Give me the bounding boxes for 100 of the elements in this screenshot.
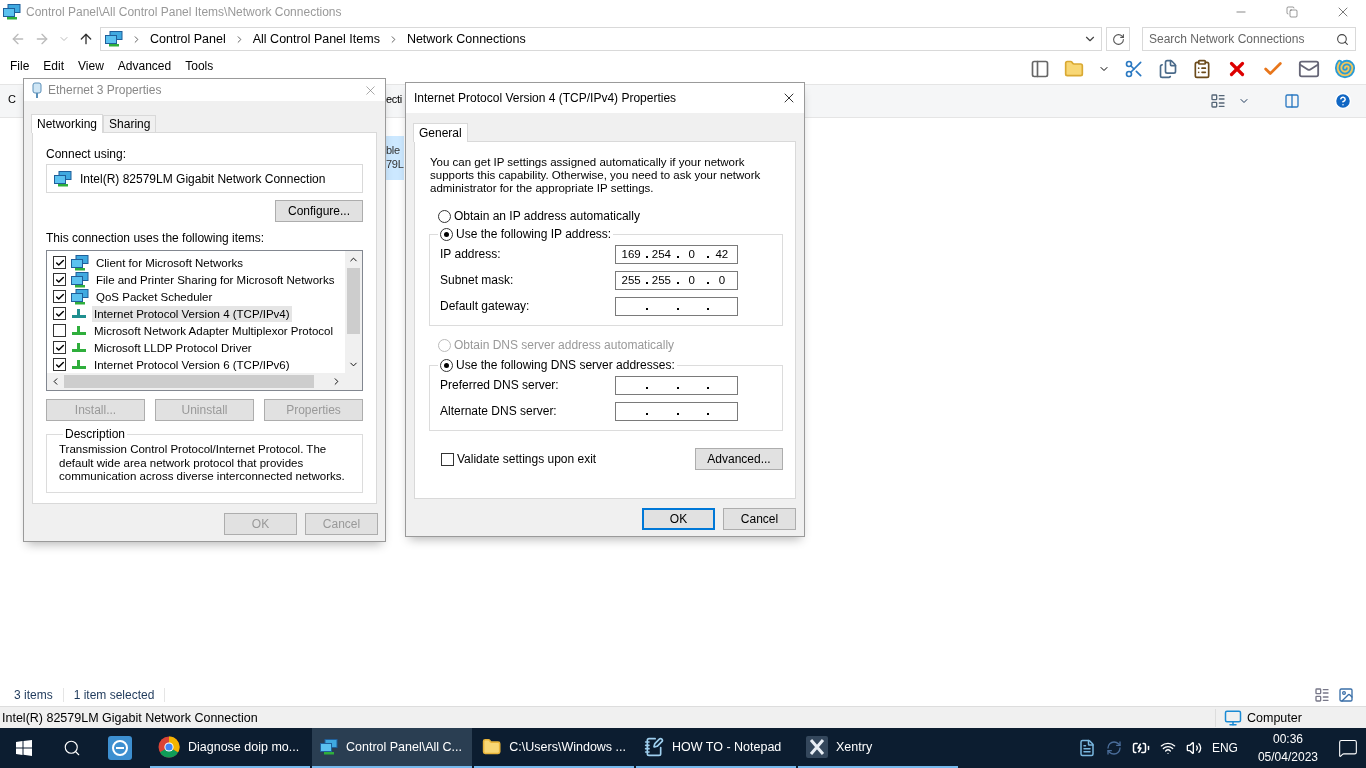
tab[interactable]: Sharing xyxy=(103,115,157,132)
vertical-scrollbar[interactable] xyxy=(345,251,362,373)
menu-item[interactable]: Tools xyxy=(185,59,214,73)
ip-address-field[interactable]: 169 254 0 42 xyxy=(615,244,738,264)
taskbar-app[interactable]: Xentry xyxy=(798,728,958,768)
protocol-icon xyxy=(71,342,87,353)
search-icon[interactable] xyxy=(63,739,81,757)
document-icon[interactable] xyxy=(1077,739,1096,757)
list-item[interactable]: Internet Protocol Version 4 (TCP/IPv4) xyxy=(92,305,292,322)
network-service-icon xyxy=(71,271,89,288)
group-label: Description xyxy=(64,427,127,441)
configure-button[interactable]: Configure... xyxy=(275,200,363,222)
taskbar-app[interactable]: C:\Users\Windows ... xyxy=(474,728,634,768)
ip-address-field[interactable] xyxy=(615,375,738,395)
tab[interactable]: Networking xyxy=(31,114,104,133)
chrome-icon xyxy=(158,736,180,758)
protocol-icon xyxy=(71,359,87,370)
refresh-icon[interactable] xyxy=(1111,32,1125,46)
volume-icon[interactable] xyxy=(1185,740,1202,756)
copy-icon[interactable] xyxy=(1158,59,1178,79)
search-icon xyxy=(1336,32,1349,46)
menu-item[interactable]: View xyxy=(78,59,104,73)
protocol-icon xyxy=(71,308,87,319)
address-bar[interactable]: Control Panel All Control Panel Items Network Connections xyxy=(100,27,1102,51)
x-logo-icon xyxy=(806,736,828,758)
item-label: ble xyxy=(386,144,401,156)
list-item[interactable]: Microsoft LLDP Protocol Driver xyxy=(92,339,254,356)
radio-option[interactable]: Use the following IP address: xyxy=(440,227,612,241)
radio-option[interactable]: Use the following DNS server addresses: xyxy=(440,358,675,372)
list-item[interactable]: Internet Protocol Version 6 (TCP/IPv6) xyxy=(92,356,292,373)
help-icon[interactable] xyxy=(1334,92,1352,110)
location-text: Computer xyxy=(1247,710,1302,725)
dialog-button[interactable]: Cancel xyxy=(723,508,796,530)
folder-icon xyxy=(482,737,502,757)
advanced-button[interactable]: Advanced... xyxy=(695,448,783,470)
sync-icon[interactable] xyxy=(1105,740,1122,756)
checkbox[interactable] xyxy=(53,307,66,320)
field-label: Connect using: xyxy=(46,147,128,161)
paste-icon[interactable] xyxy=(1192,59,1212,79)
breadcrumb[interactable]: All Control Panel Items xyxy=(252,32,380,46)
network-folder-icon xyxy=(105,31,123,47)
details-view-icon[interactable] xyxy=(1314,687,1330,703)
checkbox-option[interactable]: Validate settings upon exit xyxy=(441,452,597,466)
shell-icon[interactable] xyxy=(1334,58,1356,80)
ip-address-field[interactable]: 255 255 0 0 xyxy=(615,270,738,290)
checkbox[interactable] xyxy=(53,256,66,269)
field-label: This connection uses the following items: xyxy=(46,231,266,245)
envelope-icon[interactable] xyxy=(1298,58,1320,80)
radio-option[interactable]: Obtain an IP address automatically xyxy=(438,209,783,223)
windows-logo-icon[interactable] xyxy=(16,740,32,756)
preview-pane-icon[interactable] xyxy=(1284,93,1300,109)
checkbox[interactable] xyxy=(53,273,66,286)
list-item[interactable]: QoS Packet Scheduler xyxy=(94,288,215,305)
cut-icon[interactable] xyxy=(1124,59,1144,79)
dialog-button[interactable]: OK xyxy=(642,508,715,530)
panel-icon[interactable] xyxy=(1030,59,1050,79)
computer-icon xyxy=(1224,708,1242,727)
checkbox[interactable] xyxy=(53,324,66,337)
large-icons-view-icon[interactable] xyxy=(1338,687,1354,703)
network-adapter-icon xyxy=(54,170,72,187)
language-indicator[interactable]: ENG xyxy=(1211,741,1238,755)
checkbox[interactable] xyxy=(53,290,66,303)
app-icon[interactable] xyxy=(108,736,132,760)
field-label: Subnet mask: xyxy=(440,273,514,287)
breadcrumb[interactable]: Control Panel xyxy=(150,32,226,46)
tab[interactable]: General xyxy=(413,123,468,142)
view-options-icon[interactable] xyxy=(1210,93,1226,109)
menu-item[interactable]: File xyxy=(10,59,30,73)
dialog-title: Internet Protocol Version 4 (TCP/IPv4) Properties xyxy=(414,91,678,105)
status-text: 1 item selected xyxy=(71,688,166,702)
taskbar-app[interactable]: Diagnose doip mo... xyxy=(150,728,310,768)
window-title: Control Panel\All Control Panel Items\Network Connections xyxy=(26,5,343,19)
network-monitor-icon xyxy=(320,739,338,755)
toolbar-text: C xyxy=(8,93,16,105)
description-text: Transmission Control Protocol/Internet Protocol. The default wide area network protocol that provides communication across diverse interconnected networks. xyxy=(59,443,346,484)
checkbox[interactable] xyxy=(53,358,66,371)
horizontal-scrollbar[interactable] xyxy=(47,373,345,390)
breadcrumb[interactable]: Network Connections xyxy=(406,32,526,46)
menu-item[interactable]: Advanced xyxy=(117,59,172,73)
dialog-title: Ethernet 3 Properties xyxy=(48,83,163,97)
search-field[interactable]: Search Network Connections xyxy=(1142,27,1356,51)
notepad-icon xyxy=(644,737,664,757)
notifications-icon[interactable] xyxy=(1338,738,1358,758)
intro-text: You can get IP settings assigned automatically if your network supports this capability. Otherwise, you need to ask your network administrator for the appropriate IP settings. xyxy=(430,156,762,195)
taskbar-app[interactable]: Control Panel\All C... xyxy=(312,728,472,768)
selected-item[interactable]: ble 79L xyxy=(386,136,404,180)
menu-item[interactable]: Edit xyxy=(43,59,65,73)
list-item[interactable]: File and Printer Sharing for Microsoft Networks xyxy=(94,271,337,288)
list-item[interactable]: Client for Microsoft Networks xyxy=(94,254,245,271)
clock[interactable]: 00:36 05/04/2023 xyxy=(1257,730,1318,766)
field-label: Preferred DNS server: xyxy=(440,378,559,392)
checkbox[interactable] xyxy=(53,341,66,354)
taskbar-app[interactable]: HOW TO - Notepad xyxy=(636,728,796,768)
wifi-icon[interactable] xyxy=(1159,740,1176,756)
list-item[interactable]: Microsoft Network Adapter Multiplexor Protocol xyxy=(92,322,336,339)
adapter-name: Intel(R) 82579LM Gigabit Network Connection xyxy=(80,171,326,186)
ip-address-field[interactable] xyxy=(615,401,738,421)
details-text: Intel(R) 82579LM Gigabit Network Connection xyxy=(2,710,259,725)
status-text: 3 items xyxy=(12,688,64,702)
ip-address-field[interactable] xyxy=(615,296,738,316)
